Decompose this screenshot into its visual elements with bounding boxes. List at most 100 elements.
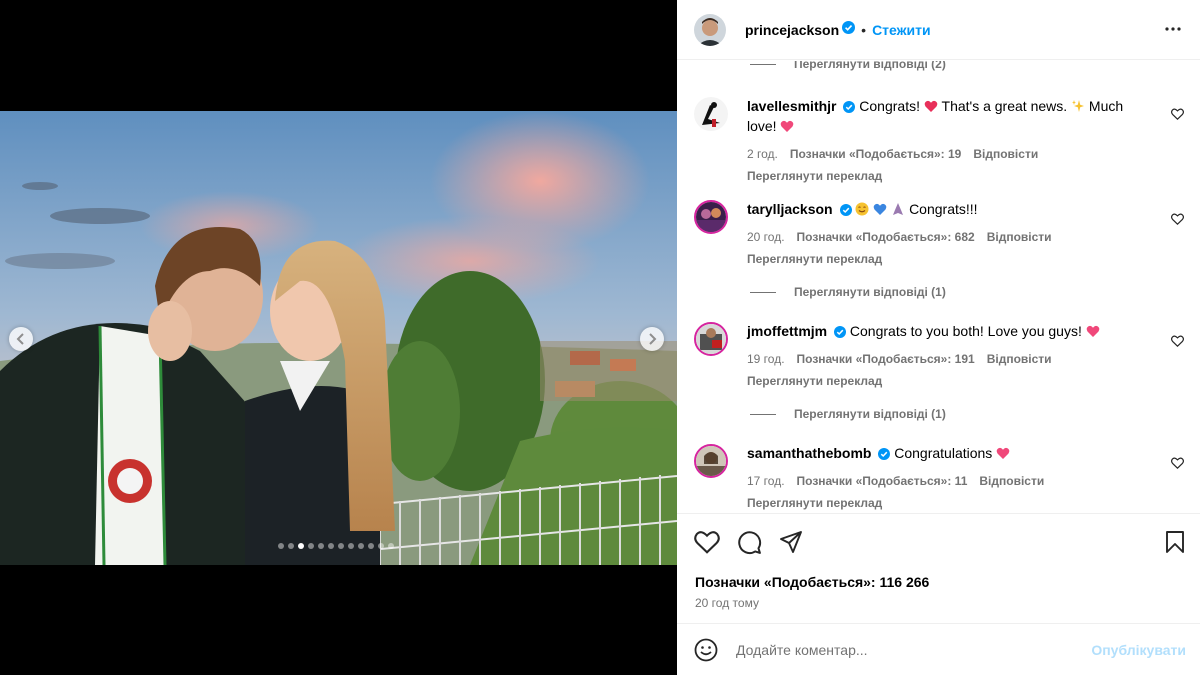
comment-likes[interactable]: Позначки «Подобається»: 11 (797, 472, 968, 490)
comment-time: 2 год. (747, 147, 778, 161)
replies-divider-line (750, 291, 776, 293)
emoji-picker-button[interactable] (694, 638, 718, 667)
carousel-dot (298, 543, 304, 549)
like-comment-button[interactable] (1171, 107, 1184, 125)
comment-likes[interactable]: Позначки «Подобається»: 191 (797, 350, 975, 368)
post-timestamp[interactable]: 20 год тому (695, 596, 759, 610)
comment-username[interactable]: samanthathebomb (747, 445, 871, 461)
reply-button[interactable]: Відповісти (987, 228, 1052, 246)
carousel-dot (278, 543, 284, 549)
view-replies-button[interactable]: Переглянути відповіді (2) (750, 61, 946, 71)
carousel-next-button[interactable] (640, 327, 664, 351)
folded-hands-emoji-icon (891, 202, 905, 220)
commenter-avatar[interactable] (694, 322, 728, 356)
comment-username[interactable]: tarylljackson (747, 201, 833, 217)
reply-button[interactable]: Відповісти (973, 145, 1038, 163)
post-photo (0, 111, 677, 565)
comment-text: tarylljackson Congrats!!! (747, 200, 1147, 220)
replies-divider-line (750, 63, 776, 65)
comment-button[interactable] (737, 530, 762, 560)
heart-emoji-icon (924, 99, 938, 117)
comments-list[interactable]: Переглянути відповіді (2) lavellesmithjr… (677, 61, 1200, 513)
comment-time: 17 год. (747, 474, 785, 488)
verified-badge-icon (878, 446, 891, 464)
post-side-panel: princejackson • Стежити Переглянути відп… (677, 0, 1200, 675)
carousel-prev-button[interactable] (9, 327, 33, 351)
smiling-face-emoji-icon (855, 202, 869, 220)
view-translation-button[interactable]: Переглянути переклад (747, 250, 1147, 268)
comment-text-part: Congrats! (859, 98, 924, 114)
pink-heart-emoji-icon (996, 446, 1010, 464)
comment-bubble-icon (738, 531, 762, 555)
comment-username[interactable]: jmoffettmjm (747, 323, 827, 339)
bookmark-icon (1166, 531, 1184, 553)
share-button[interactable] (779, 530, 803, 559)
author-username[interactable]: princejackson (745, 22, 839, 38)
paper-plane-icon (780, 531, 802, 553)
comment-meta: 17 год. Позначки «Подобається»: 11 Відпо… (747, 472, 1147, 490)
smiley-icon (694, 638, 718, 662)
post-likes-count[interactable]: Позначки «Подобається»: 116 266 (695, 574, 929, 590)
chevron-right-icon (649, 333, 657, 345)
comment-time: 19 год. (747, 352, 785, 366)
view-translation-button[interactable]: Переглянути переклад (747, 494, 1147, 512)
post-actions: Позначки «Подобається»: 116 266 20 год т… (677, 513, 1200, 623)
comment-body: tarylljackson Congrats!!! 20 год. Познач… (747, 200, 1147, 268)
author-avatar[interactable] (694, 13, 726, 46)
carousel-dot (368, 543, 374, 549)
carousel-dot (388, 543, 394, 549)
comment-text-part: Congratulations (894, 445, 997, 461)
publish-comment-button[interactable]: Опублікувати (1091, 642, 1186, 658)
view-replies-button[interactable]: Переглянути відповіді (1) (750, 285, 946, 299)
post-media (0, 0, 677, 675)
like-post-button[interactable] (694, 530, 720, 559)
view-replies-label: Переглянути відповіді (2) (794, 61, 946, 71)
heart-outline-icon (1171, 213, 1184, 225)
chevron-left-icon (16, 333, 24, 345)
view-translation-button[interactable]: Переглянути переклад (747, 167, 1147, 185)
more-options-button[interactable] (1164, 20, 1182, 43)
reply-button[interactable]: Відповісти (979, 472, 1044, 490)
pink-heart-emoji-icon (1086, 324, 1100, 342)
carousel-dot (358, 543, 364, 549)
carousel-dot (348, 543, 354, 549)
add-comment-bar: Опублікувати (677, 623, 1200, 675)
heart-outline-icon (1171, 335, 1184, 347)
heart-outline-icon (1171, 108, 1184, 120)
comment-text: samanthathebomb Congratulations (747, 444, 1147, 464)
comment-body: samanthathebomb Congratulations 17 год. … (747, 444, 1147, 512)
carousel-dot (338, 543, 344, 549)
like-comment-button[interactable] (1171, 456, 1184, 474)
comment-text-part: Congrats!!! (909, 201, 978, 217)
follow-button[interactable]: Стежити (872, 22, 931, 38)
comment-time: 20 год. (747, 230, 785, 244)
like-comment-button[interactable] (1171, 334, 1184, 352)
comment-input[interactable] (736, 638, 1066, 662)
verified-badge-icon (843, 99, 856, 117)
view-replies-button[interactable]: Переглянути відповіді (1) (750, 407, 946, 421)
pink-heart-emoji-icon (780, 119, 794, 137)
header-separator: • (861, 21, 867, 38)
commenter-avatar[interactable] (694, 200, 728, 234)
carousel-dot (378, 543, 384, 549)
post-header: princejackson • Стежити (677, 0, 1200, 60)
comment-username[interactable]: lavellesmithjr (747, 98, 837, 114)
carousel-indicator (278, 543, 394, 549)
verified-badge-icon (839, 202, 852, 220)
comment-likes[interactable]: Позначки «Подобається»: 19 (790, 145, 961, 163)
save-button[interactable] (1164, 530, 1186, 559)
comment-body: jmoffettmjm Congrats to you both! Love y… (747, 322, 1147, 390)
heart-outline-icon (694, 531, 720, 554)
comment-meta: 2 год. Позначки «Подобається»: 19 Відпов… (747, 145, 1147, 163)
carousel-dot (328, 543, 334, 549)
commenter-avatar[interactable] (694, 444, 728, 478)
comment-text-part: Congrats to you both! Love you guys! (849, 323, 1086, 339)
comment-meta: 19 год. Позначки «Подобається»: 191 Відп… (747, 350, 1147, 368)
more-horizontal-icon (1165, 27, 1181, 31)
view-translation-button[interactable]: Переглянути переклад (747, 372, 1147, 390)
like-comment-button[interactable] (1171, 212, 1184, 230)
comment-likes[interactable]: Позначки «Подобається»: 682 (797, 228, 975, 246)
commenter-avatar[interactable] (694, 97, 728, 131)
carousel-dot (288, 543, 294, 549)
reply-button[interactable]: Відповісти (987, 350, 1052, 368)
